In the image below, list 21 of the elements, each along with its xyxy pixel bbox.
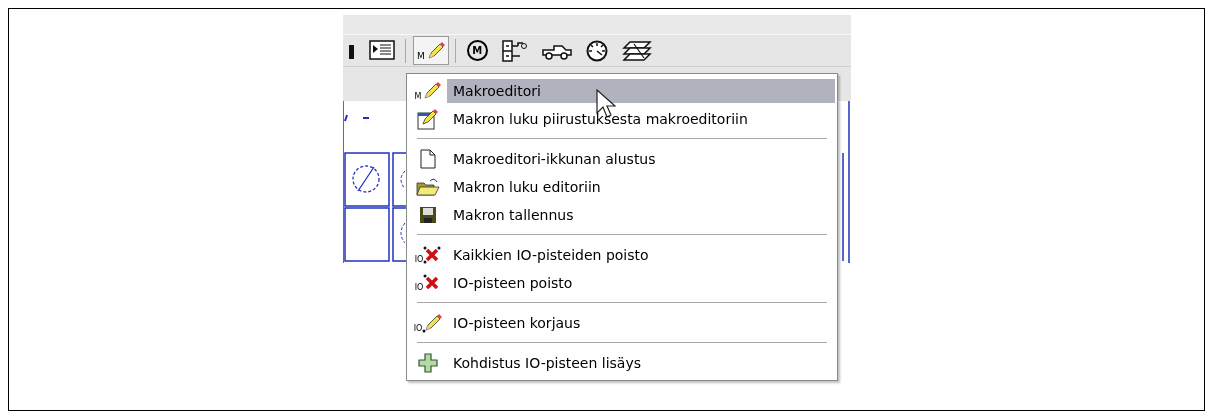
- menu-item[interactable]: Makron luku editoriin: [447, 175, 835, 199]
- icon-letter: IO: [414, 284, 424, 292]
- plus-icon: [418, 353, 438, 373]
- icon-letter: M: [414, 93, 422, 101]
- menu-item[interactable]: IO-pisteen poisto: [447, 271, 835, 295]
- pencil-icon: [422, 313, 443, 333]
- icon-letter: IO: [413, 325, 423, 333]
- menu-item[interactable]: IO-pisteen korjaus: [447, 311, 835, 335]
- pencil-icon: [421, 81, 442, 101]
- menu-item[interactable]: Makroeditori-ikkunan alustus: [447, 147, 835, 171]
- blank-page-icon: [420, 149, 436, 169]
- cross-icon: [423, 246, 442, 264]
- menu-item[interactable]: Makron tallennus: [447, 203, 835, 227]
- edit-document-icon: [417, 108, 439, 130]
- menu-item[interactable]: Makron luku piirustuksesta makroeditoriin: [447, 107, 835, 131]
- menu-item[interactable]: Makroeditori: [447, 79, 835, 103]
- menu-item[interactable]: Kohdistus IO-pisteen lisäys: [447, 351, 835, 375]
- menu-item[interactable]: Kaikkien IO-pisteiden poisto: [447, 243, 835, 267]
- icon-letter: M: [417, 51, 425, 61]
- folder-icon: [416, 177, 440, 197]
- icon-letter: IO: [414, 256, 424, 264]
